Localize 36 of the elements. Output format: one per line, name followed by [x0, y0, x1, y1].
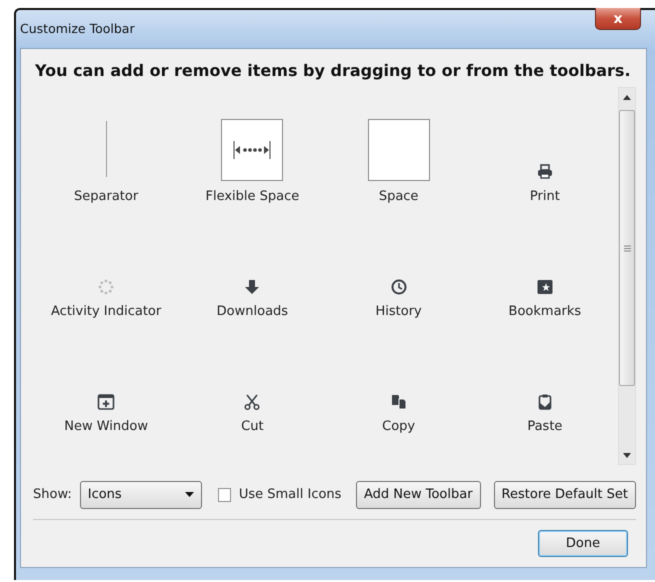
item-label[interactable]: Activity Indicator — [51, 302, 162, 321]
spinner-icon — [97, 278, 116, 296]
done-button[interactable]: Done — [538, 530, 628, 557]
item-label[interactable]: Flexible Space — [205, 186, 300, 206]
item-label[interactable]: Cut — [241, 416, 264, 436]
toolbar-button[interactable]: Restore Default Set — [494, 481, 636, 508]
item-label[interactable]: Space — [378, 186, 418, 206]
item-label[interactable]: Separator — [74, 186, 138, 206]
separator-line[interactable] — [106, 120, 107, 176]
scroll-thumb[interactable] — [619, 110, 635, 386]
item-label[interactable]: Paste — [527, 416, 562, 436]
download-icon — [243, 278, 262, 296]
close-button[interactable]: x — [595, 8, 641, 30]
item-label[interactable]: Print — [530, 186, 560, 206]
item-label[interactable]: Downloads — [216, 302, 288, 321]
scissors-icon — [243, 392, 262, 410]
window-title: Customize Toolbar — [20, 20, 135, 38]
new-window-icon — [97, 392, 116, 410]
show-label: Show: — [33, 486, 72, 504]
instructions-text: You can add or remove items by dragging to or from the toolbars. — [35, 60, 632, 82]
caret-icon — [185, 492, 194, 498]
item-label[interactable]: New Window — [64, 416, 148, 436]
scrollbar[interactable] — [618, 87, 636, 465]
flexible-space-tile[interactable] — [221, 118, 284, 180]
item-label[interactable]: Bookmarks — [508, 302, 582, 321]
item-label[interactable]: History — [376, 302, 422, 321]
small-icons-checkbox[interactable] — [218, 488, 231, 502]
item-label[interactable]: Copy — [382, 416, 416, 436]
printer-icon — [536, 162, 554, 180]
toolbar-button[interactable]: Add New Toolbar — [356, 481, 481, 508]
clock-icon — [390, 278, 408, 296]
show-dropdown[interactable]: Icons — [80, 481, 202, 508]
space-tile[interactable] — [368, 118, 430, 180]
copy-icon — [390, 392, 408, 410]
clipboard-icon — [536, 392, 554, 410]
small-icons-label[interactable]: Use Small Icons — [238, 485, 342, 504]
